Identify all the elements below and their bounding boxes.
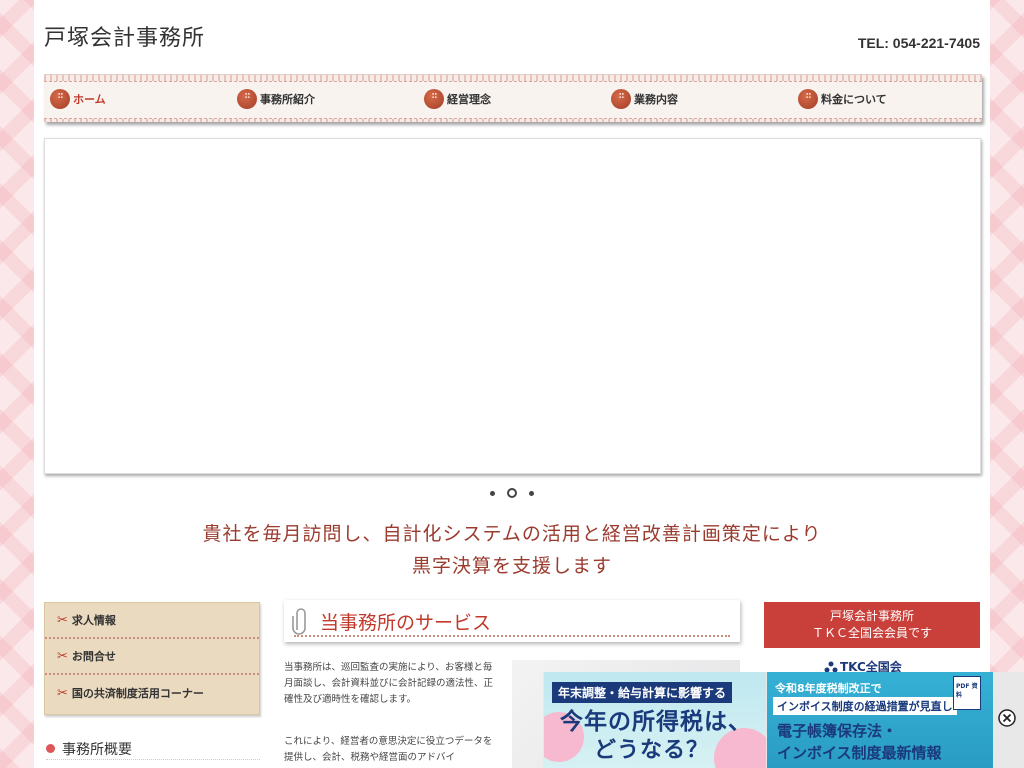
- ad-close-button[interactable]: [995, 706, 1019, 730]
- slider-pagination: [34, 488, 990, 498]
- ad-left-line3: どうなる？: [594, 738, 710, 763]
- ad-right-line1: 令和8年度税制改正で: [775, 682, 882, 695]
- scissors-icon: ✂: [57, 612, 68, 628]
- nav-button-icon: [798, 89, 818, 109]
- service-title: 当事務所のサービス: [320, 611, 492, 634]
- tkc-member-banner[interactable]: 戸塚会計事務所 ＴＫＣ全国会会員です: [764, 602, 980, 648]
- slider-dot-2[interactable]: [507, 488, 517, 498]
- global-nav: ホーム 事務所紹介 経営理念 業務内容 料金について: [44, 74, 982, 122]
- paperclip-icon: [292, 608, 306, 635]
- side-menu-label: お問合せ: [71, 650, 116, 663]
- side-menu: ✂ 求人情報 ✂ お問合せ ✂ 国の共済制度活用コーナー: [44, 602, 260, 715]
- nav-label: ホーム: [73, 93, 106, 106]
- phone-number: TEL: 054-221-7405: [857, 35, 980, 51]
- catchphrase-line1: 貴社を毎月訪問し、自計化システムの活用と経営改善計画策定により: [202, 523, 822, 545]
- nav-item-philosophy[interactable]: 経営理念: [424, 89, 491, 109]
- service-paragraph-1: 当事務所は、巡回監査の実施により、お客様と毎月面談し、会計資料並びに会計記録の適…: [284, 662, 494, 705]
- side-menu-item-contact[interactable]: ✂ お問合せ: [45, 639, 259, 675]
- nav-button-icon: [50, 89, 70, 109]
- nav-label: 料金について: [821, 93, 887, 106]
- nav-item-fees[interactable]: 料金について: [798, 89, 887, 109]
- nav-button-icon: [611, 89, 631, 109]
- nav-item-services[interactable]: 業務内容: [611, 89, 678, 109]
- nav-label: 業務内容: [634, 93, 678, 106]
- service-description: 当事務所は、巡回監査の実施により、お客様と毎月面談し、会計資料並びに会計記録の適…: [284, 660, 494, 766]
- side-menu-label: 求人情報: [71, 614, 116, 627]
- nav-label: 経営理念: [447, 93, 491, 106]
- ad-income-tax[interactable]: 年末調整・給与計算に影響する 今年の所得税は、 どうなる？: [544, 672, 766, 768]
- nav-item-home[interactable]: ホーム: [50, 89, 106, 109]
- catchphrase: 貴社を毎月訪問し、自計化システムの活用と経営改善計画策定により 黒字決算を支援し…: [34, 518, 990, 582]
- tkc-banner-line1: 戸塚会計事務所: [829, 609, 914, 623]
- slider-dot-1[interactable]: [490, 490, 495, 496]
- bullet-icon: [46, 744, 55, 753]
- nav-item-office[interactable]: 事務所紹介: [237, 89, 315, 109]
- ad-right-line2: インボイス制度の経過措置が見直し: [773, 697, 957, 715]
- scissors-icon: ✂: [57, 648, 68, 664]
- tkc-banner-line2: ＴＫＣ全国会会員です: [811, 626, 932, 640]
- ad-left-line2: 今年の所得税は、: [560, 709, 752, 735]
- ad-invoice[interactable]: 令和8年度税制改正で インボイス制度の経過措置が見直し 電子帳簿保存法・ インボ…: [767, 672, 993, 768]
- site-title[interactable]: 戸塚会計事務所: [44, 20, 205, 52]
- nav-button-icon: [424, 89, 444, 109]
- service-paragraph-2: これにより、経営者の意思決定に役立つデータを提供し、会計、税務や経営面のアドバイ: [284, 736, 493, 763]
- nav-button-icon: [237, 89, 257, 109]
- page: 戸塚会計事務所 TEL: 054-221-7405 ホーム 事務所紹介 経営理念…: [34, 0, 990, 768]
- nav-label: 事務所紹介: [260, 93, 315, 106]
- pdf-label: PDF 資料: [956, 683, 978, 699]
- pdf-document-icon: PDF 資料: [953, 676, 981, 710]
- side-menu-label: 国の共済制度活用コーナー: [71, 687, 204, 700]
- close-icon: [998, 709, 1016, 727]
- ad-right-line3: 電子帳簿保存法・: [777, 722, 898, 740]
- ad-left-line1: 年末調整・給与計算に影響する: [552, 682, 733, 703]
- slider-dot-3[interactable]: [529, 490, 534, 496]
- scissors-icon: ✂: [57, 685, 68, 701]
- service-heading: 当事務所のサービス: [284, 600, 740, 642]
- hero-slider[interactable]: [44, 138, 981, 474]
- catchphrase-line2: 黒字決算を支援します: [411, 555, 612, 577]
- ad-banner[interactable]: 年末調整・給与計算に影響する 今年の所得税は、 どうなる？ 令和8年度税制改正で…: [543, 672, 1024, 768]
- ad-right-line4: インボイス制度最新情報: [777, 744, 942, 762]
- office-overview-link[interactable]: 事務所概要: [46, 738, 260, 760]
- side-menu-item-mutual-aid[interactable]: ✂ 国の共済制度活用コーナー: [45, 675, 259, 711]
- tkc-mark-icon: [824, 661, 838, 672]
- side-menu-item-recruit[interactable]: ✂ 求人情報: [45, 603, 259, 639]
- office-overview-label: 事務所概要: [62, 741, 132, 758]
